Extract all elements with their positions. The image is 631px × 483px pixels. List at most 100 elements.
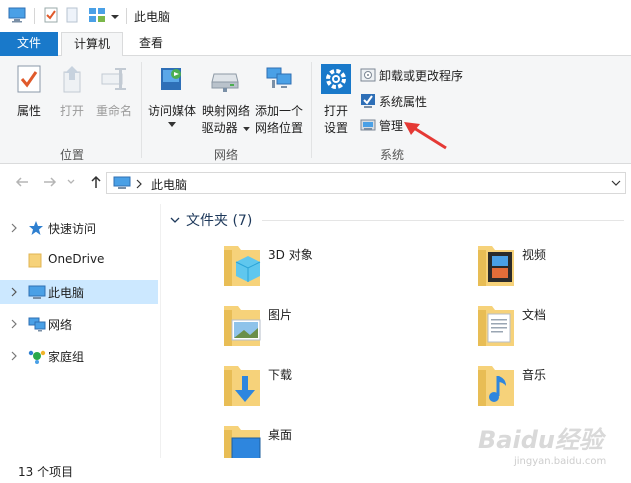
sidebar-item-this-pc[interactable]: 此电脑 [0,280,158,304]
group-label-network: 网络 [213,148,238,162]
tab-computer[interactable]: 计算机 [61,32,123,57]
properties-label: 属性 [16,104,41,118]
group-label-location: 位置 [59,148,84,162]
access-media-button[interactable]: 访问媒体 [146,64,198,128]
sidebar-item-network[interactable]: 网络 [0,312,158,336]
properties-checkmark-icon[interactable] [44,7,58,26]
computer-management-icon [360,119,376,131]
network-icon [28,317,46,332]
ribbon: 属性 打开 重命名 位置 访问媒体 映射网络 驱动器 添加一个 网络位置 网络 … [0,56,631,164]
network-drive-icon [200,64,252,99]
folder-label: 下载 [268,368,293,382]
map-network-label-line2: 驱动器 [201,121,238,135]
network-location-icon [252,64,306,99]
rename-icon [92,64,136,99]
expand-chevron-icon[interactable] [10,286,18,298]
divider [126,8,127,24]
expand-chevron-icon[interactable] [10,318,18,330]
folder-videos[interactable]: 视频 [476,242,631,298]
add-network-label-line1: 添加一个 [254,104,303,118]
item-count: 13 个项目 [18,465,74,479]
back-arrow-icon[interactable] [14,174,30,190]
pictures-folder-icon [224,306,261,346]
folder-label: 3D 对象 [268,248,313,262]
properties-icon [10,64,48,99]
divider [262,220,624,221]
title-bar: 此电脑 [0,0,631,32]
downloads-folder-icon [224,366,260,406]
collapse-chevron-icon[interactable] [170,216,180,224]
tab-file[interactable]: 文件 [0,32,58,56]
folders-section-header[interactable]: 文件夹 (7) [170,210,252,230]
divider [34,8,35,24]
quick-access-view-icon[interactable] [88,7,106,26]
computer-icon [28,285,46,299]
forward-arrow-icon[interactable] [42,174,58,190]
manage-button[interactable]: 管理 [360,114,403,136]
open-icon [54,64,90,99]
folder-pictures[interactable]: 图片 [222,302,442,358]
sidebar-item-label: 此电脑 [48,286,85,300]
window-title: 此电脑 [134,10,171,24]
sidebar-item-label: 快速访问 [48,222,97,236]
properties-button[interactable]: 属性 [10,64,48,120]
system-properties-button[interactable]: 系统属性 [360,90,427,112]
folder-documents[interactable]: 文档 [476,302,631,358]
open-button[interactable]: 打开 [54,64,90,120]
folder-desktop[interactable]: 桌面 [222,422,442,458]
open-settings-button[interactable]: 打开 设置 [316,64,356,137]
up-arrow-icon[interactable] [88,174,104,190]
tab-view[interactable]: 查看 [126,32,176,56]
watermark-url: jingyan.baidu.com [514,456,607,467]
ribbon-tabs: 文件 计算机 查看 [0,32,631,57]
settings-gear-icon [316,64,356,99]
breadcrumb-chevron-icon[interactable] [135,179,143,189]
address-history-chevron-icon[interactable] [611,179,621,187]
folder-label: 视频 [522,248,547,262]
rename-label: 重命名 [95,104,132,118]
watermark: Baidu经验 jingyan.baidu.com [478,420,628,480]
media-icon [146,64,198,99]
sidebar-item-onedrive[interactable]: OneDrive [0,248,158,272]
computer-icon [113,176,131,189]
add-network-label-line2: 网络位置 [254,121,303,135]
sidebar-item-label: 家庭组 [48,350,85,364]
divider [311,62,312,158]
address-path[interactable]: 此电脑 [151,176,187,193]
uninstall-label: 卸载或更改程序 [379,68,464,83]
computer-icon[interactable] [8,7,26,26]
uninstall-icon [360,68,376,82]
expand-chevron-icon[interactable] [10,222,18,234]
sidebar-item-label: OneDrive [48,252,105,266]
open-settings-label-line2: 设置 [323,121,348,135]
navigation-pane: 快速访问 OneDrive 此电脑 网络 家庭组 [0,204,160,458]
folder-label: 文档 [522,308,547,322]
folder-label: 桌面 [268,428,293,442]
star-icon [29,221,43,235]
rename-button[interactable]: 重命名 [92,64,136,120]
customize-toolbar-dropdown-icon[interactable] [110,11,120,25]
map-network-drive-button[interactable]: 映射网络 驱动器 [200,64,252,137]
divider [141,62,142,158]
add-network-location-button[interactable]: 添加一个 网络位置 [252,64,306,137]
uninstall-programs-button[interactable]: 卸载或更改程序 [360,64,463,86]
map-network-label-line1: 映射网络 [201,104,250,118]
address-bar[interactable]: 此电脑 [106,172,626,194]
new-document-icon[interactable] [66,7,78,26]
system-properties-label: 系统属性 [379,94,428,109]
music-folder-icon [478,366,514,406]
section-title: 文件夹 (7) [186,213,253,229]
divider [160,204,161,458]
dropdown-arrow-icon [243,127,251,132]
sidebar-item-homegroup[interactable]: 家庭组 [0,344,158,368]
expand-chevron-icon[interactable] [10,350,18,362]
folder-label: 图片 [268,308,293,322]
folder-music[interactable]: 音乐 [476,362,631,418]
desktop-folder-icon [224,426,261,458]
homegroup-icon [28,350,46,364]
open-settings-label-line1: 打开 [323,104,348,118]
folder-downloads[interactable]: 下载 [222,362,442,418]
sidebar-item-quick-access[interactable]: 快速访问 [0,216,158,240]
folder-3d-objects[interactable]: 3D 对象 [222,242,442,298]
recent-locations-chevron-icon[interactable] [66,174,76,190]
